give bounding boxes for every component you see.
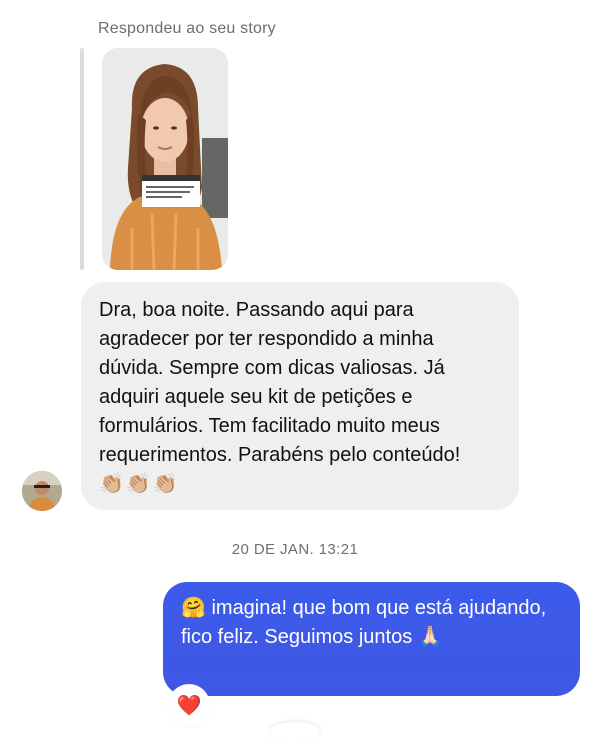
- story-reply-bar: [80, 48, 84, 270]
- outgoing-message-bubble[interactable]: 🤗 imagina! que bom que está ajudando, fi…: [163, 582, 580, 696]
- message-timestamp: 20 DE JAN. 13:21: [231, 541, 359, 558]
- story-thumbnail[interactable]: [102, 48, 228, 270]
- sender-avatar[interactable]: [22, 471, 62, 511]
- user-avatar-icon: [22, 471, 62, 511]
- story-image: [102, 48, 228, 270]
- story-reply-caption: Respondeu ao seu story: [98, 20, 276, 37]
- bottom-bump: [270, 722, 320, 742]
- incoming-message-text: Dra, boa noite. Passando aqui para agrad…: [99, 296, 501, 499]
- heart-reaction-icon[interactable]: ❤️: [170, 686, 208, 724]
- clapping-hands-icon: 👏🏼👏🏼👏🏼: [99, 473, 180, 495]
- incoming-message-bubble[interactable]: Dra, boa noite. Passando aqui para agrad…: [81, 282, 519, 510]
- outgoing-message-text: 🤗 imagina! que bom que está ajudando, fi…: [181, 597, 552, 648]
